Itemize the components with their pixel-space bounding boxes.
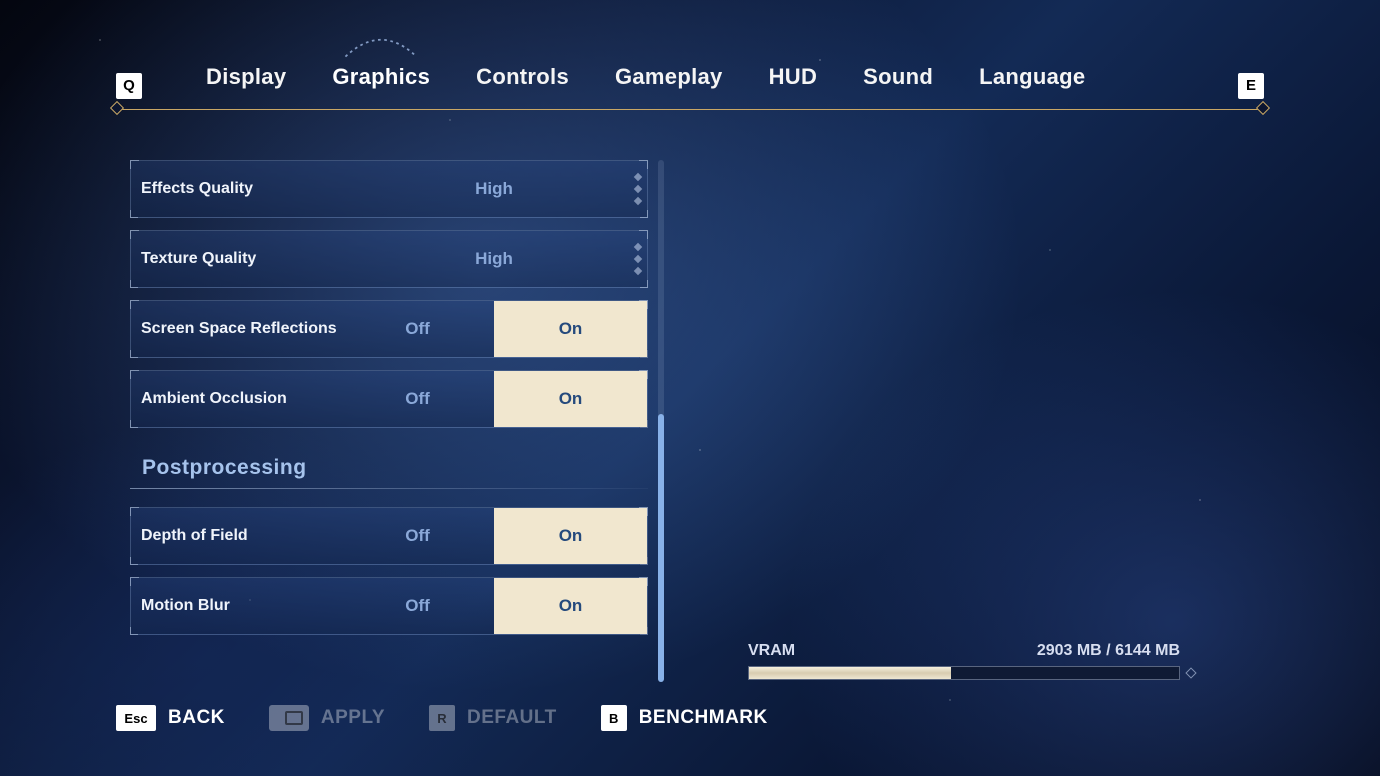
motion-blur-on-button[interactable]: On — [494, 578, 647, 634]
tab-graphics-label: Graphics — [332, 64, 430, 89]
row-ambient-occlusion: Ambient Occlusion Off On — [130, 370, 648, 428]
ao-on-button[interactable]: On — [494, 371, 647, 427]
ssr-toggle: Off On — [341, 301, 647, 357]
row-effects-quality[interactable]: Effects Quality High — [130, 160, 648, 218]
motion-blur-label: Motion Blur — [131, 597, 341, 615]
vram-label: VRAM — [748, 642, 795, 660]
apply-button[interactable]: APPLY — [269, 705, 385, 731]
scroll-indicator-icon — [635, 244, 641, 274]
tab-display[interactable]: Display — [206, 64, 286, 108]
ao-off-button[interactable]: Off — [341, 371, 494, 427]
r-key-icon: R — [429, 705, 455, 731]
ao-toggle: Off On — [341, 371, 647, 427]
dof-toggle: Off On — [341, 508, 647, 564]
ao-label: Ambient Occlusion — [131, 390, 341, 408]
vram-value: 2903 MB / 6144 MB — [1037, 642, 1180, 660]
row-texture-quality[interactable]: Texture Quality High — [130, 230, 648, 288]
section-divider — [130, 488, 648, 489]
esc-key-icon: Esc — [116, 705, 156, 731]
settings-scrollbar[interactable] — [658, 160, 664, 682]
section-postprocessing-title: Postprocessing — [142, 456, 648, 480]
tab-list: Display Graphics Controls Gameplay HUD S… — [206, 64, 1085, 108]
dof-on-button[interactable]: On — [494, 508, 647, 564]
dof-off-button[interactable]: Off — [341, 508, 494, 564]
active-tab-ornament-icon — [335, 30, 427, 62]
default-label: DEFAULT — [467, 707, 557, 729]
next-tab-key: E — [1238, 73, 1264, 99]
settings-tabbar: Q Display Graphics Controls Gameplay HUD… — [116, 62, 1264, 110]
tab-graphics[interactable]: Graphics — [332, 64, 430, 108]
motion-blur-toggle: Off On — [341, 578, 647, 634]
motion-blur-off-button[interactable]: Off — [341, 578, 494, 634]
dof-label: Depth of Field — [131, 527, 341, 545]
ssr-label: Screen Space Reflections — [131, 320, 341, 338]
enter-key-icon — [269, 705, 309, 731]
back-label: BACK — [168, 707, 225, 729]
apply-label: APPLY — [321, 707, 385, 729]
b-key-icon: B — [601, 705, 627, 731]
ssr-on-button[interactable]: On — [494, 301, 647, 357]
tab-controls[interactable]: Controls — [476, 64, 569, 108]
texture-quality-label: Texture Quality — [131, 250, 341, 268]
tab-sound[interactable]: Sound — [863, 64, 933, 108]
default-button[interactable]: R DEFAULT — [429, 705, 557, 731]
vram-ornament-icon — [1185, 667, 1197, 679]
tab-hud[interactable]: HUD — [769, 64, 818, 108]
effects-quality-label: Effects Quality — [131, 180, 341, 198]
ssr-off-button[interactable]: Off — [341, 301, 494, 357]
tab-language[interactable]: Language — [979, 64, 1085, 108]
effects-quality-value: High — [341, 179, 647, 199]
vram-bar — [748, 666, 1180, 680]
vram-meter: VRAM 2903 MB / 6144 MB — [748, 642, 1180, 680]
scrollbar-thumb[interactable] — [658, 414, 664, 682]
back-button[interactable]: Esc BACK — [116, 705, 225, 731]
prev-tab-key: Q — [116, 73, 142, 99]
row-motion-blur: Motion Blur Off On — [130, 577, 648, 635]
row-depth-of-field: Depth of Field Off On — [130, 507, 648, 565]
footer-actions: Esc BACK APPLY R DEFAULT B BENCHMARK — [116, 698, 1264, 738]
graphics-settings-panel: Effects Quality High Texture Quality Hig… — [130, 160, 648, 682]
tab-gameplay[interactable]: Gameplay — [615, 64, 723, 108]
vram-bar-fill — [749, 667, 951, 679]
scroll-indicator-icon — [635, 174, 641, 204]
texture-quality-value: High — [341, 249, 647, 269]
benchmark-label: BENCHMARK — [639, 707, 768, 729]
benchmark-button[interactable]: B BENCHMARK — [601, 705, 768, 731]
row-screen-space-reflections: Screen Space Reflections Off On — [130, 300, 648, 358]
